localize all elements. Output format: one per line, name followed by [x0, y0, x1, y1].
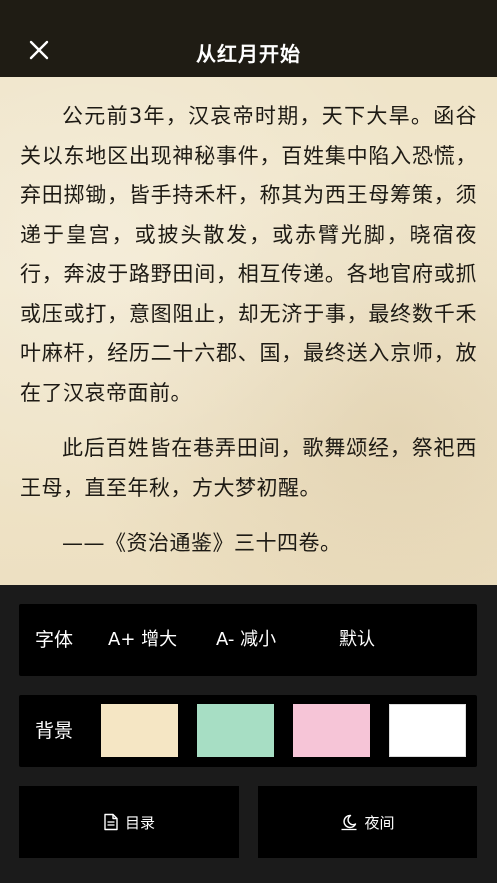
moon-icon: [341, 814, 357, 831]
settings-panel: 字体 A+ 增大 A- 减小 默认 背景 目录 夜间: [0, 585, 497, 883]
font-settings-row: 字体 A+ 增大 A- 减小 默认: [19, 604, 477, 676]
book-title: 从红月开始: [196, 42, 301, 66]
background-label: 背景: [35, 720, 74, 742]
font-label: 字体: [35, 629, 74, 651]
background-swatch-pink[interactable]: [293, 704, 370, 757]
paragraph: ——《资治通鉴》三十四卷。: [62, 531, 342, 555]
reading-area[interactable]: 公元前3年，汉哀帝时期，天下大旱。函谷关以东地区出现神秘事件，百姓集中陷入恐慌，…: [0, 77, 497, 585]
top-bar: 从红月开始: [0, 0, 497, 77]
toc-button[interactable]: 目录: [19, 786, 239, 858]
background-swatch-beige[interactable]: [101, 704, 178, 757]
night-mode-label: 夜间: [364, 813, 395, 832]
paragraph: 公元前3年，汉哀帝时期，天下大旱。函谷关以东地区出现神秘事件，百姓集中陷入恐慌，…: [20, 104, 477, 405]
document-icon: [104, 813, 118, 831]
font-default-button[interactable]: 默认: [339, 604, 375, 676]
background-settings-row: 背景: [19, 695, 477, 767]
night-mode-button[interactable]: 夜间: [258, 786, 477, 858]
background-swatch-green[interactable]: [197, 704, 274, 757]
background-swatch-white[interactable]: [389, 704, 466, 757]
font-decrease-button[interactable]: A- 减小: [216, 604, 276, 676]
paragraph: 此后百姓皆在巷弄田间，歌舞颂经，祭祀西王母，直至年秋，方大梦初醒。: [20, 436, 477, 500]
toc-button-label: 目录: [124, 813, 155, 832]
font-increase-button[interactable]: A+ 增大: [108, 604, 177, 676]
